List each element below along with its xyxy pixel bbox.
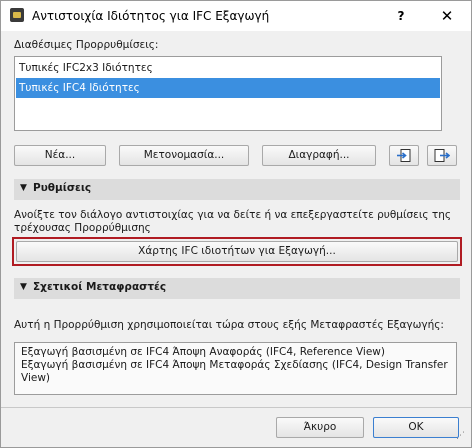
app-icon xyxy=(10,8,24,22)
export-button[interactable] xyxy=(427,145,457,166)
translators-list: Εξαγωγή βασισμένη σε IFC4 Άποψη Αναφοράς… xyxy=(14,342,457,395)
help-button[interactable]: ? xyxy=(387,4,415,28)
map-properties-button[interactable]: Χάρτης IFC ιδιοτήτων για Εξαγωγή... xyxy=(16,241,458,262)
collapse-triangle-icon: ▼ xyxy=(20,183,27,193)
settings-title: Ρυθμίσεις xyxy=(33,182,92,194)
list-item[interactable]: Τυπικές IFC2x3 Ιδιότητες xyxy=(16,58,440,78)
close-button[interactable]: ✕ xyxy=(433,4,461,28)
settings-description-line2: τρέχουσας Προρρύθμισης xyxy=(14,222,151,234)
title-bar: Αντιστοιχία Ιδιότητος για IFC Εξαγωγή ? … xyxy=(1,1,471,31)
translator-line: View) xyxy=(21,372,51,384)
window-title: Αντιστοιχία Ιδιότητος για IFC Εξαγωγή xyxy=(32,9,270,23)
export-icon xyxy=(434,149,450,162)
new-button[interactable]: Νέα... xyxy=(14,145,106,166)
translator-line: Εξαγωγή βασισμένη σε IFC4 Άποψη Αναφοράς… xyxy=(21,346,385,358)
resize-grip-icon[interactable]: ⋰ xyxy=(456,431,465,441)
cancel-button[interactable]: Άκυρο xyxy=(276,417,364,438)
translator-line: Εξαγωγή βασισμένη σε IFC4 Άποψη Μεταφορά… xyxy=(21,359,448,371)
import-button[interactable] xyxy=(389,145,419,166)
footer-separator xyxy=(1,407,471,408)
settings-description-line1: Ανοίξτε τον διάλογο αντιστοιχίας για να … xyxy=(14,209,452,221)
settings-section-header[interactable]: ▼ Ρυθμίσεις xyxy=(14,179,460,200)
collapse-triangle-icon: ▼ xyxy=(20,282,27,292)
import-icon xyxy=(397,149,411,162)
translators-section-header[interactable]: ▼ Σχετικοί Μεταφραστές xyxy=(14,278,460,299)
presets-list[interactable]: Τυπικές IFC2x3 Ιδιότητες Τυπικές IFC4 Ιδ… xyxy=(14,56,442,131)
rename-button[interactable]: Μετονομασία... xyxy=(119,145,249,166)
ok-button[interactable]: OK xyxy=(373,417,459,438)
presets-label: Διαθέσιμες Προρρυθμίσεις: xyxy=(14,39,159,51)
list-item-selected[interactable]: Τυπικές IFC4 Ιδιότητες xyxy=(16,78,440,98)
translators-intro: Αυτή η Προρρύθμιση χρησιμοποιείται τώρα … xyxy=(14,319,444,331)
delete-button[interactable]: Διαγραφή... xyxy=(262,145,376,166)
translators-title: Σχετικοί Μεταφραστές xyxy=(33,281,167,293)
dialog-window: Αντιστοιχία Ιδιότητος για IFC Εξαγωγή ? … xyxy=(0,0,472,448)
